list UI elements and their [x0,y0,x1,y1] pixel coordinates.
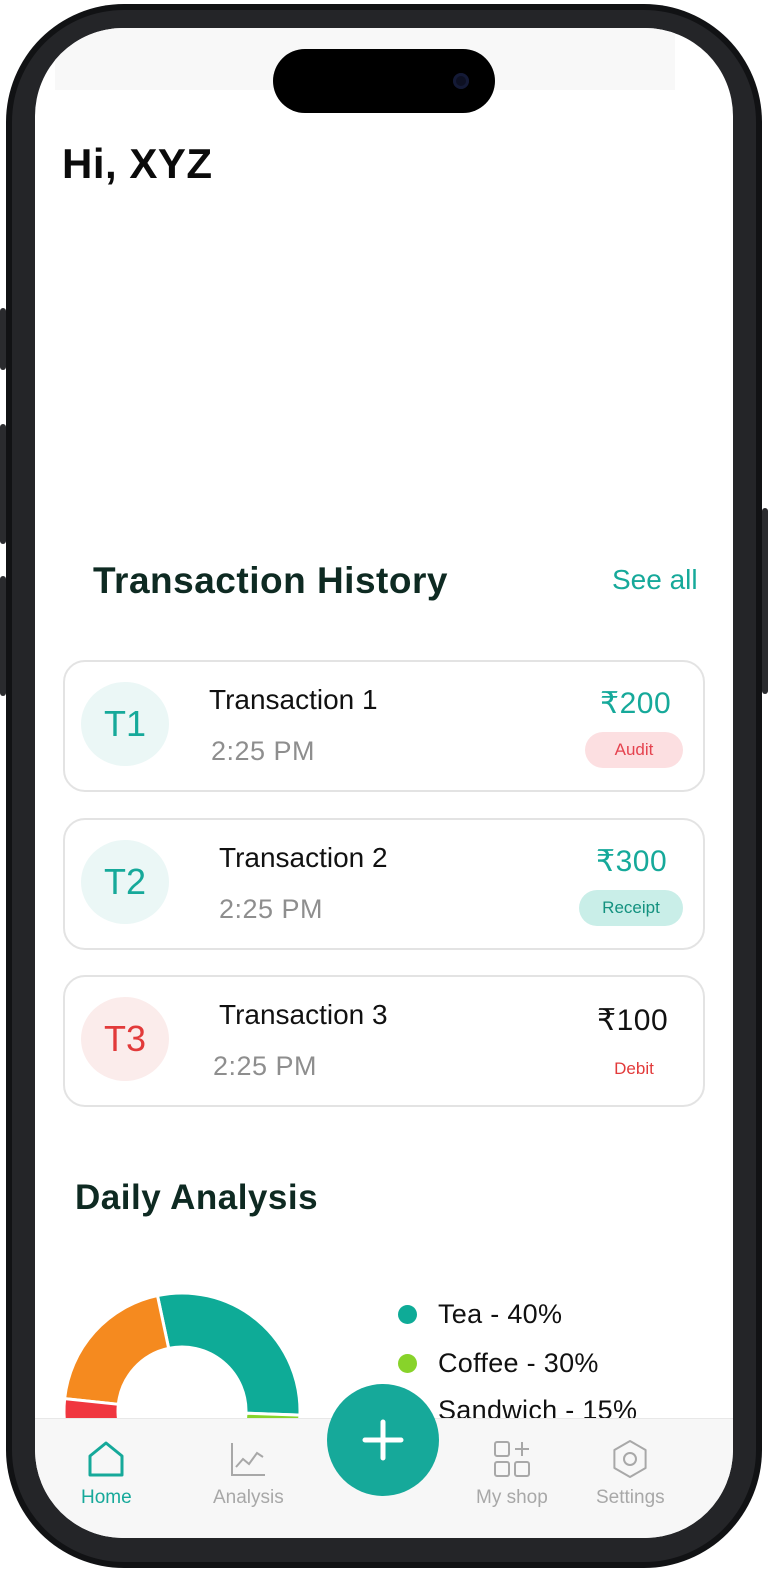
transaction-tag-receipt: Receipt [579,890,683,926]
power-button [762,508,768,694]
transaction-amount: ₹200 [600,687,672,720]
legend-label: Coffee - 30% [438,1347,599,1378]
plus-icon [362,1419,404,1461]
app-screen: Hi, XYZ Transaction History See all T1 T… [35,28,733,1538]
nav-label-my-shop: My shop [476,1487,548,1508]
home-icon [88,1441,124,1477]
nav-my-shop[interactable]: My shop [476,1437,548,1509]
transaction-avatar: T1 [81,682,169,766]
volume-up-button [0,424,6,544]
nav-label-settings: Settings [596,1487,665,1508]
legend-dot [398,1304,417,1324]
donut-slice-tea [155,1291,302,1417]
shop-icon [493,1441,530,1477]
donut-slice-sandwich [62,1293,171,1406]
greeting-title: Hi, XYZ [62,140,213,187]
transaction-amount: ₹100 [597,1004,669,1037]
nav-label-home: Home [81,1487,132,1508]
transaction-tag-debit: Debit [614,1059,654,1078]
transaction-card[interactable]: T2 Transaction 2 2:25 PM ₹300 Receipt [63,818,705,950]
transaction-name: Transaction 1 [209,684,378,715]
transaction-amount: ₹300 [596,845,668,878]
legend-item-coffee: Coffee - 30% [398,1345,599,1381]
action-button [0,308,6,370]
nav-settings[interactable]: Settings [596,1437,665,1509]
camera-dot [453,73,469,89]
transaction-time: 2:25 PM [211,736,316,766]
transaction-initials: T2 [103,861,146,902]
volume-down-button [0,576,6,696]
transaction-time: 2:25 PM [219,894,324,924]
settings-icon [613,1440,647,1478]
nav-analysis[interactable]: Analysis [213,1437,284,1509]
transaction-tag-audit: Audit [585,732,683,768]
transaction-avatar: T3 [81,997,169,1081]
transaction-initials: T1 [103,703,146,744]
transaction-history-title: Transaction History [93,560,448,601]
transaction-initials: T3 [103,1018,146,1059]
nav-label-analysis: Analysis [213,1487,284,1508]
transaction-avatar: T2 [81,840,169,924]
transaction-time: 2:25 PM [213,1051,318,1081]
legend-label: Tea - 40% [438,1298,563,1329]
legend-item-tea: Tea - 40% [398,1296,562,1332]
dynamic-island [273,49,495,113]
legend-dot [398,1353,417,1373]
transaction-name: Transaction 2 [219,842,388,873]
transaction-card[interactable]: T1 Transaction 1 2:25 PM ₹200 Audit [63,660,705,792]
add-transaction-button[interactable] [327,1384,439,1496]
daily-analysis-title: Daily Analysis [75,1178,319,1217]
nav-home[interactable]: Home [81,1437,132,1509]
analysis-icon [231,1443,266,1476]
transaction-card[interactable]: T3 Transaction 3 2:25 PM ₹100 Debit [63,975,705,1107]
transaction-name: Transaction 3 [219,999,388,1030]
see-all-link[interactable]: See all [612,564,698,596]
